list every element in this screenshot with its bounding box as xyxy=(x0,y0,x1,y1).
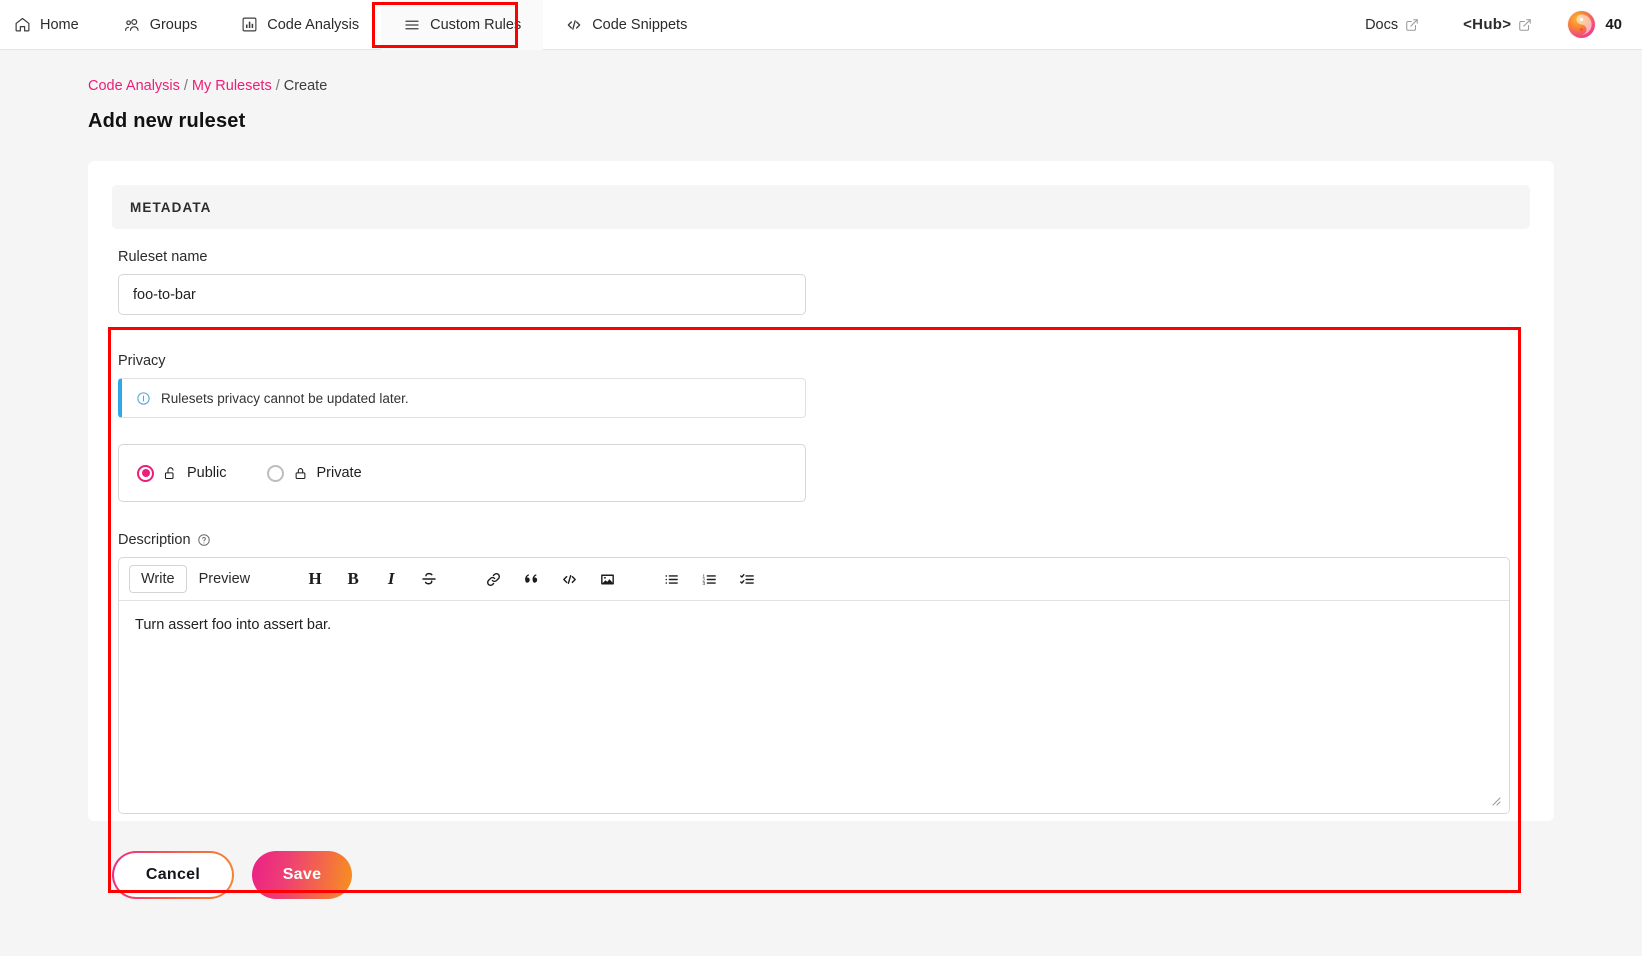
privacy-option-private-label: Private xyxy=(316,465,362,481)
privacy-radio-group: Public Private xyxy=(118,444,806,502)
privacy-option-public[interactable]: Public xyxy=(137,464,227,482)
hub-link-label: <Hub> xyxy=(1463,16,1512,33)
cancel-button[interactable]: Cancel xyxy=(112,851,234,899)
nav-item-code-analysis[interactable]: Code Analysis xyxy=(219,0,381,50)
code-brackets-icon xyxy=(565,16,583,34)
description-textarea[interactable] xyxy=(119,601,1509,813)
breadcrumb-separator-1: / xyxy=(183,78,188,94)
bulleted-list-icon[interactable] xyxy=(656,564,686,594)
nav-item-code-snippets[interactable]: Code Snippets xyxy=(543,0,709,50)
coin-count: 40 xyxy=(1605,16,1622,33)
description-label-row: Description xyxy=(118,532,1524,548)
home-icon xyxy=(14,16,31,33)
breadcrumb: Code Analysis / My Rulesets / Create xyxy=(88,78,1642,94)
user-avatar-area[interactable]: 40 xyxy=(1554,11,1626,38)
lock-icon xyxy=(293,466,308,481)
ruleset-name-input[interactable] xyxy=(118,274,806,315)
image-icon[interactable] xyxy=(592,564,622,594)
breadcrumb-code-analysis[interactable]: Code Analysis xyxy=(88,78,180,94)
markdown-editor-shell: Write Preview H B I 1 2 3 Turn assert fo… xyxy=(118,557,1510,814)
privacy-label: Privacy xyxy=(118,353,166,369)
metadata-card: METADATA Ruleset name Privacy Rulesets p… xyxy=(88,161,1554,821)
nav-item-groups[interactable]: Groups xyxy=(101,0,220,50)
external-link-icon xyxy=(1518,18,1532,32)
task-list-icon[interactable] xyxy=(732,564,762,594)
description-section: Description Write Preview H B I 1 2 3 Tu… xyxy=(118,532,1524,814)
radio-public[interactable] xyxy=(137,464,154,482)
ruleset-name-label: Ruleset name xyxy=(118,249,208,265)
nav-item-code-snippets-label: Code Snippets xyxy=(592,16,688,33)
nav-right-group: Docs <Hub> 40 xyxy=(1343,11,1642,38)
editor-tab-write[interactable]: Write xyxy=(129,565,187,593)
italic-icon[interactable]: I xyxy=(376,564,406,594)
unlock-icon xyxy=(163,466,178,481)
hamburger-icon xyxy=(403,16,421,34)
svg-text:3: 3 xyxy=(702,581,705,587)
markdown-editor: Write Preview H B I 1 2 3 Turn assert fo… xyxy=(118,557,1510,814)
link-icon[interactable] xyxy=(478,564,508,594)
page-body: Code Analysis / My Rulesets / Create Add new… xyxy=(0,78,1642,956)
privacy-info-text: Rulesets privacy cannot be updated later… xyxy=(161,390,409,406)
numbered-list-icon[interactable]: 1 2 3 xyxy=(694,564,724,594)
nav-item-custom-rules[interactable]: Custom Rules xyxy=(381,0,544,50)
privacy-option-private[interactable]: Private xyxy=(266,464,362,482)
hub-link[interactable]: <Hub> xyxy=(1441,16,1554,33)
metadata-section-label: METADATA xyxy=(130,199,212,215)
heading-icon[interactable]: H xyxy=(300,564,330,594)
form-actions: Cancel Save xyxy=(112,851,1642,899)
nav-left-group: Home Groups Code Analysis Custom Rules C… xyxy=(0,0,709,50)
info-circle-icon xyxy=(136,391,151,406)
nav-item-home[interactable]: Home xyxy=(0,0,101,50)
docs-link-label: Docs xyxy=(1365,16,1399,33)
nav-item-home-label: Home xyxy=(40,16,79,33)
nav-item-custom-rules-label: Custom Rules xyxy=(430,16,522,33)
breadcrumb-separator-2: / xyxy=(275,78,280,94)
ruleset-form: Ruleset name Privacy Rulesets privacy ca… xyxy=(112,229,1530,814)
breadcrumb-my-rulesets[interactable]: My Rulesets xyxy=(192,78,272,94)
nav-item-code-analysis-label: Code Analysis xyxy=(267,16,360,33)
bold-icon[interactable]: B xyxy=(338,564,368,594)
question-circle-icon[interactable] xyxy=(197,533,211,547)
chart-box-icon xyxy=(241,16,258,33)
editor-toolbar: Write Preview H B I 1 2 3 xyxy=(119,558,1509,601)
yinyang-glyph xyxy=(1576,14,1592,35)
privacy-option-public-label: Public xyxy=(187,465,227,481)
description-label: Description xyxy=(118,532,191,548)
save-button[interactable]: Save xyxy=(252,851,352,899)
code-icon[interactable] xyxy=(554,564,584,594)
radio-private[interactable] xyxy=(266,464,284,482)
nav-item-groups-label: Groups xyxy=(149,16,198,33)
docs-link[interactable]: Docs xyxy=(1343,17,1441,33)
privacy-info-banner: Rulesets privacy cannot be updated later… xyxy=(118,378,806,418)
metadata-section-header: METADATA xyxy=(112,185,1530,229)
avatar xyxy=(1568,11,1596,38)
external-link-icon xyxy=(1405,18,1419,32)
groups-icon xyxy=(123,16,141,34)
strikethrough-icon[interactable] xyxy=(414,564,444,594)
quote-icon[interactable] xyxy=(516,564,546,594)
editor-tab-preview[interactable]: Preview xyxy=(187,565,263,593)
top-navigation-bar: Home Groups Code Analysis Custom Rules C… xyxy=(0,0,1642,50)
breadcrumb-current: Create xyxy=(283,78,328,94)
page-title: Add new ruleset xyxy=(88,110,246,132)
